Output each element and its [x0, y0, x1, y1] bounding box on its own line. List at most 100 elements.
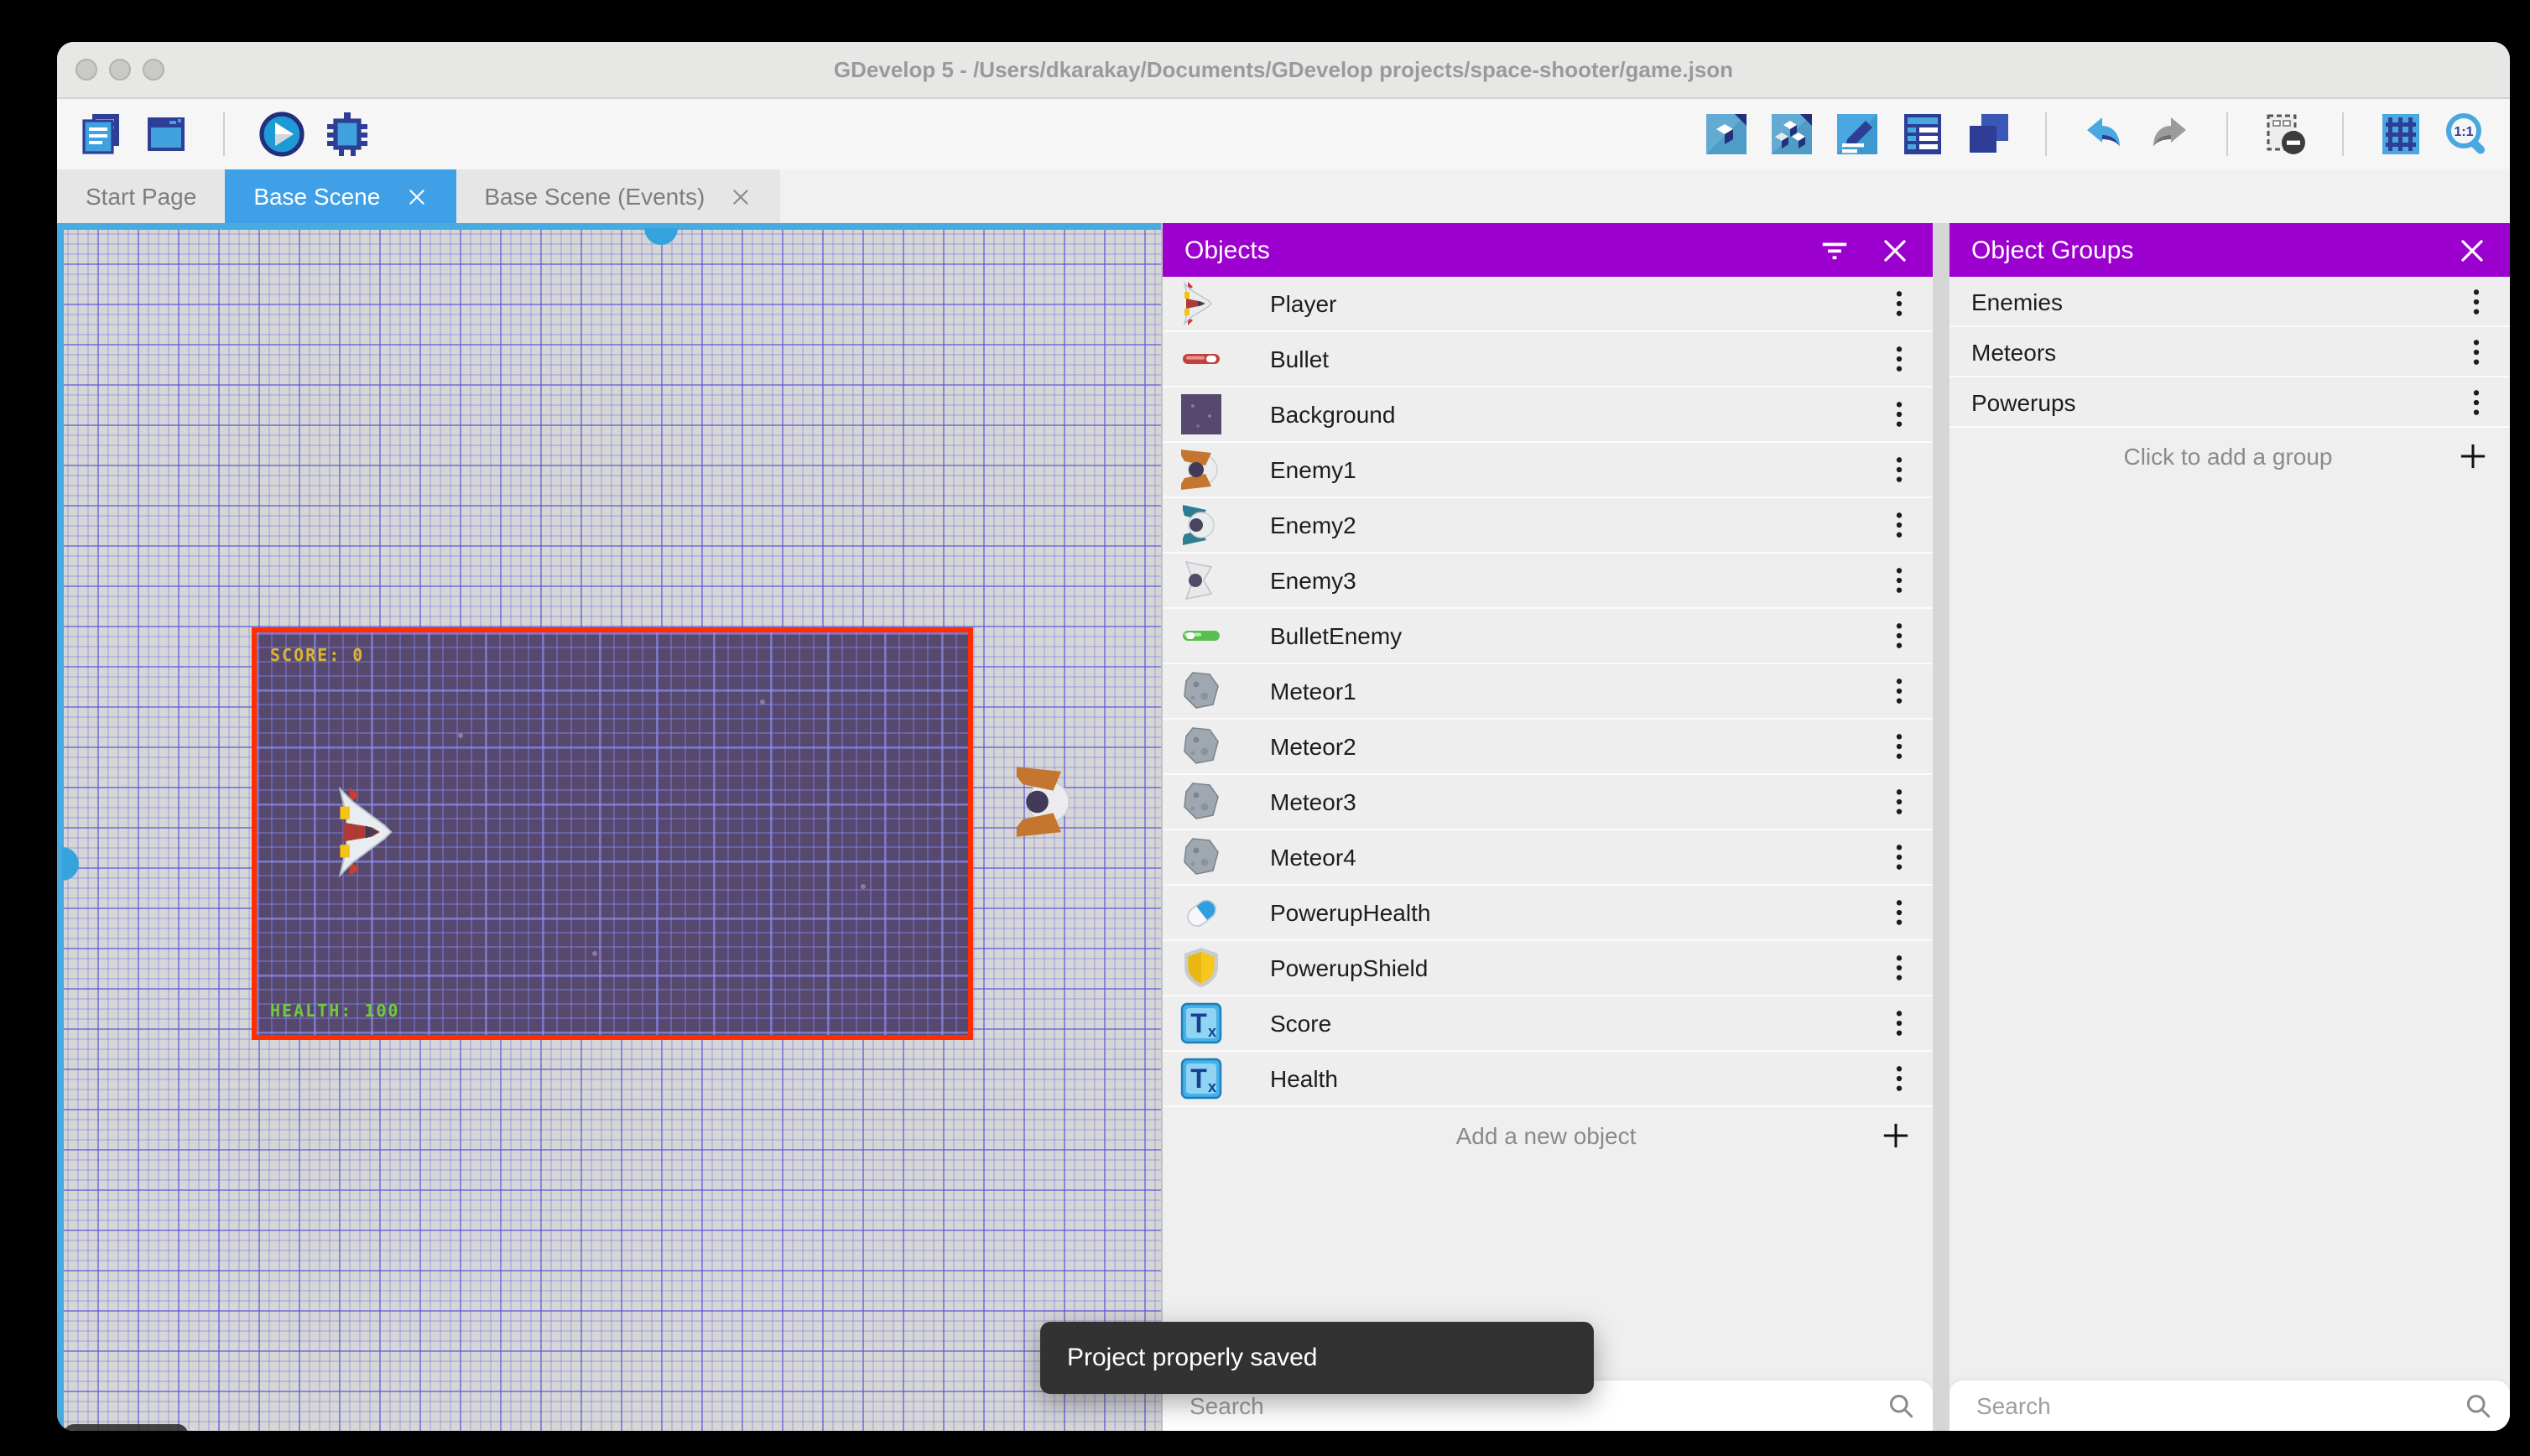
horizontal-scrollbar-track[interactable] [57, 223, 1161, 230]
object-row[interactable]: Meteor2 [1163, 720, 1933, 775]
kebab-menu-icon[interactable] [1882, 728, 1916, 765]
tab-start-page[interactable]: Start Page [57, 169, 225, 223]
layers-icon[interactable] [1965, 111, 2012, 158]
kebab-menu-icon[interactable] [1882, 451, 1916, 488]
object-row[interactable]: Enemy1 [1163, 443, 1933, 498]
object-row[interactable]: Background [1163, 387, 1933, 443]
group-row[interactable]: Meteors [1950, 327, 2510, 377]
object-row[interactable]: Meteor3 [1163, 775, 1933, 830]
cursor-coordinates-badge: 1040;496 [64, 1424, 188, 1431]
kebab-menu-icon[interactable] [1882, 617, 1916, 654]
add-group-label: Click to add a group [1950, 443, 2456, 470]
project-manager-icon[interactable] [77, 111, 124, 158]
object-row[interactable]: PowerupHealth [1163, 886, 1933, 941]
tab-base-scene-events[interactable]: Base Scene (Events) [456, 169, 780, 223]
health-hud-text: HEALTH: 100 [270, 1003, 399, 1022]
object-row[interactable]: Enemy2 [1163, 498, 1933, 554]
kebab-menu-icon[interactable] [1882, 1005, 1916, 1042]
add-object-button[interactable]: Add a new object [1163, 1107, 1933, 1164]
mask-icon[interactable] [2262, 111, 2309, 158]
objects-list-icon[interactable] [1703, 111, 1750, 158]
kebab-menu-icon[interactable] [2460, 283, 2493, 320]
star-dot [592, 951, 597, 956]
svg-text:1:1: 1:1 [2454, 125, 2473, 139]
grid-icon[interactable] [2377, 111, 2424, 158]
objects-panel-title: Objects [1184, 236, 1790, 264]
kebab-menu-icon[interactable] [1882, 341, 1916, 377]
group-row[interactable]: Enemies [1950, 277, 2510, 327]
close-tab-icon[interactable] [405, 185, 427, 207]
search-icon[interactable] [1886, 1391, 1916, 1421]
close-panel-icon[interactable] [2456, 234, 2488, 266]
object-row[interactable]: Player [1163, 277, 1933, 332]
shield-icon [1179, 946, 1223, 990]
object-row[interactable]: Meteor1 [1163, 664, 1933, 720]
object-row[interactable]: Tx Score [1163, 996, 1933, 1052]
play-icon[interactable] [258, 111, 305, 158]
zoom-one-to-one-icon[interactable]: 1:1 [2443, 111, 2490, 158]
toolbar-divider [2226, 112, 2228, 156]
player-instance[interactable] [331, 785, 394, 879]
kebab-menu-icon[interactable] [1882, 783, 1916, 820]
object-row[interactable]: Enemy3 [1163, 554, 1933, 609]
kebab-menu-icon[interactable] [1882, 673, 1916, 710]
kebab-menu-icon[interactable] [1882, 1060, 1916, 1097]
redo-icon[interactable] [2146, 111, 2193, 158]
svg-text:x: x [1208, 1079, 1216, 1095]
add-group-button[interactable]: Click to add a group [1950, 428, 2510, 485]
panel-gutter[interactable] [1933, 223, 1950, 1431]
close-panel-icon[interactable] [1879, 234, 1911, 266]
vertical-scrollbar-thumb[interactable] [62, 847, 79, 881]
scene-window-icon[interactable] [143, 111, 190, 158]
kebab-menu-icon[interactable] [1882, 507, 1916, 543]
tab-label: Base Scene (Events) [484, 183, 705, 210]
groups-search-input[interactable] [1973, 1391, 2463, 1421]
minimize-window-button[interactable] [109, 59, 131, 81]
horizontal-scrollbar-thumb[interactable] [644, 228, 678, 245]
meteor-icon [1179, 780, 1223, 824]
kebab-menu-icon[interactable] [1882, 285, 1916, 322]
health-pill-icon [1179, 891, 1223, 934]
desktop: GDevelop 5 - /Users/dkarakay/Documents/G… [0, 0, 2530, 1456]
tab-base-scene[interactable]: Base Scene [225, 169, 456, 223]
background-icon [1179, 393, 1223, 436]
debug-icon[interactable] [324, 111, 371, 158]
kebab-menu-icon[interactable] [2460, 383, 2493, 420]
enemy-instance[interactable] [1013, 763, 1077, 840]
objects-search-input[interactable] [1186, 1391, 1886, 1421]
kebab-menu-icon[interactable] [1882, 562, 1916, 599]
objects-panel-header: Objects [1163, 223, 1933, 277]
kebab-menu-icon[interactable] [2460, 333, 2493, 370]
object-groups-list: Enemies Meteors Powerups [1950, 277, 2510, 428]
group-row[interactable]: Powerups [1950, 377, 2510, 428]
object-row[interactable]: Tx Health [1163, 1052, 1933, 1107]
kebab-menu-icon[interactable] [1882, 894, 1916, 931]
instances-list-icon[interactable] [1899, 111, 1946, 158]
close-window-button[interactable] [75, 59, 97, 81]
objects-list: Player Bullet Background Enemy1 Enemy2 E… [1163, 277, 1933, 1107]
search-icon[interactable] [2463, 1391, 2493, 1421]
scene-editor-canvas[interactable]: SCORE: 0 HEALTH: 100 [57, 223, 1161, 1431]
close-tab-icon[interactable] [730, 185, 752, 207]
player-ship-icon [1179, 282, 1223, 325]
meteor-icon [1179, 835, 1223, 879]
kebab-menu-icon[interactable] [1882, 949, 1916, 986]
kebab-menu-icon[interactable] [1882, 839, 1916, 876]
filter-icon[interactable] [1819, 234, 1851, 266]
zoom-window-button[interactable] [143, 59, 164, 81]
traffic-lights [75, 59, 164, 81]
object-row[interactable]: Bullet [1163, 332, 1933, 387]
properties-icon[interactable] [1834, 111, 1881, 158]
vertical-scrollbar-track[interactable] [57, 223, 64, 1431]
svg-text:x: x [1208, 1023, 1216, 1040]
kebab-menu-icon[interactable] [1882, 396, 1916, 433]
svg-text:T: T [1190, 1008, 1207, 1038]
undo-icon[interactable] [2080, 111, 2127, 158]
object-groups-icon[interactable] [1768, 111, 1815, 158]
object-row[interactable]: BulletEnemy [1163, 609, 1933, 664]
toolbar-divider [2045, 112, 2047, 156]
save-toast: Project properly saved [1040, 1322, 1594, 1394]
enemy3-ship-icon [1179, 559, 1223, 602]
object-row[interactable]: PowerupShield [1163, 941, 1933, 996]
object-row[interactable]: Meteor4 [1163, 830, 1933, 886]
